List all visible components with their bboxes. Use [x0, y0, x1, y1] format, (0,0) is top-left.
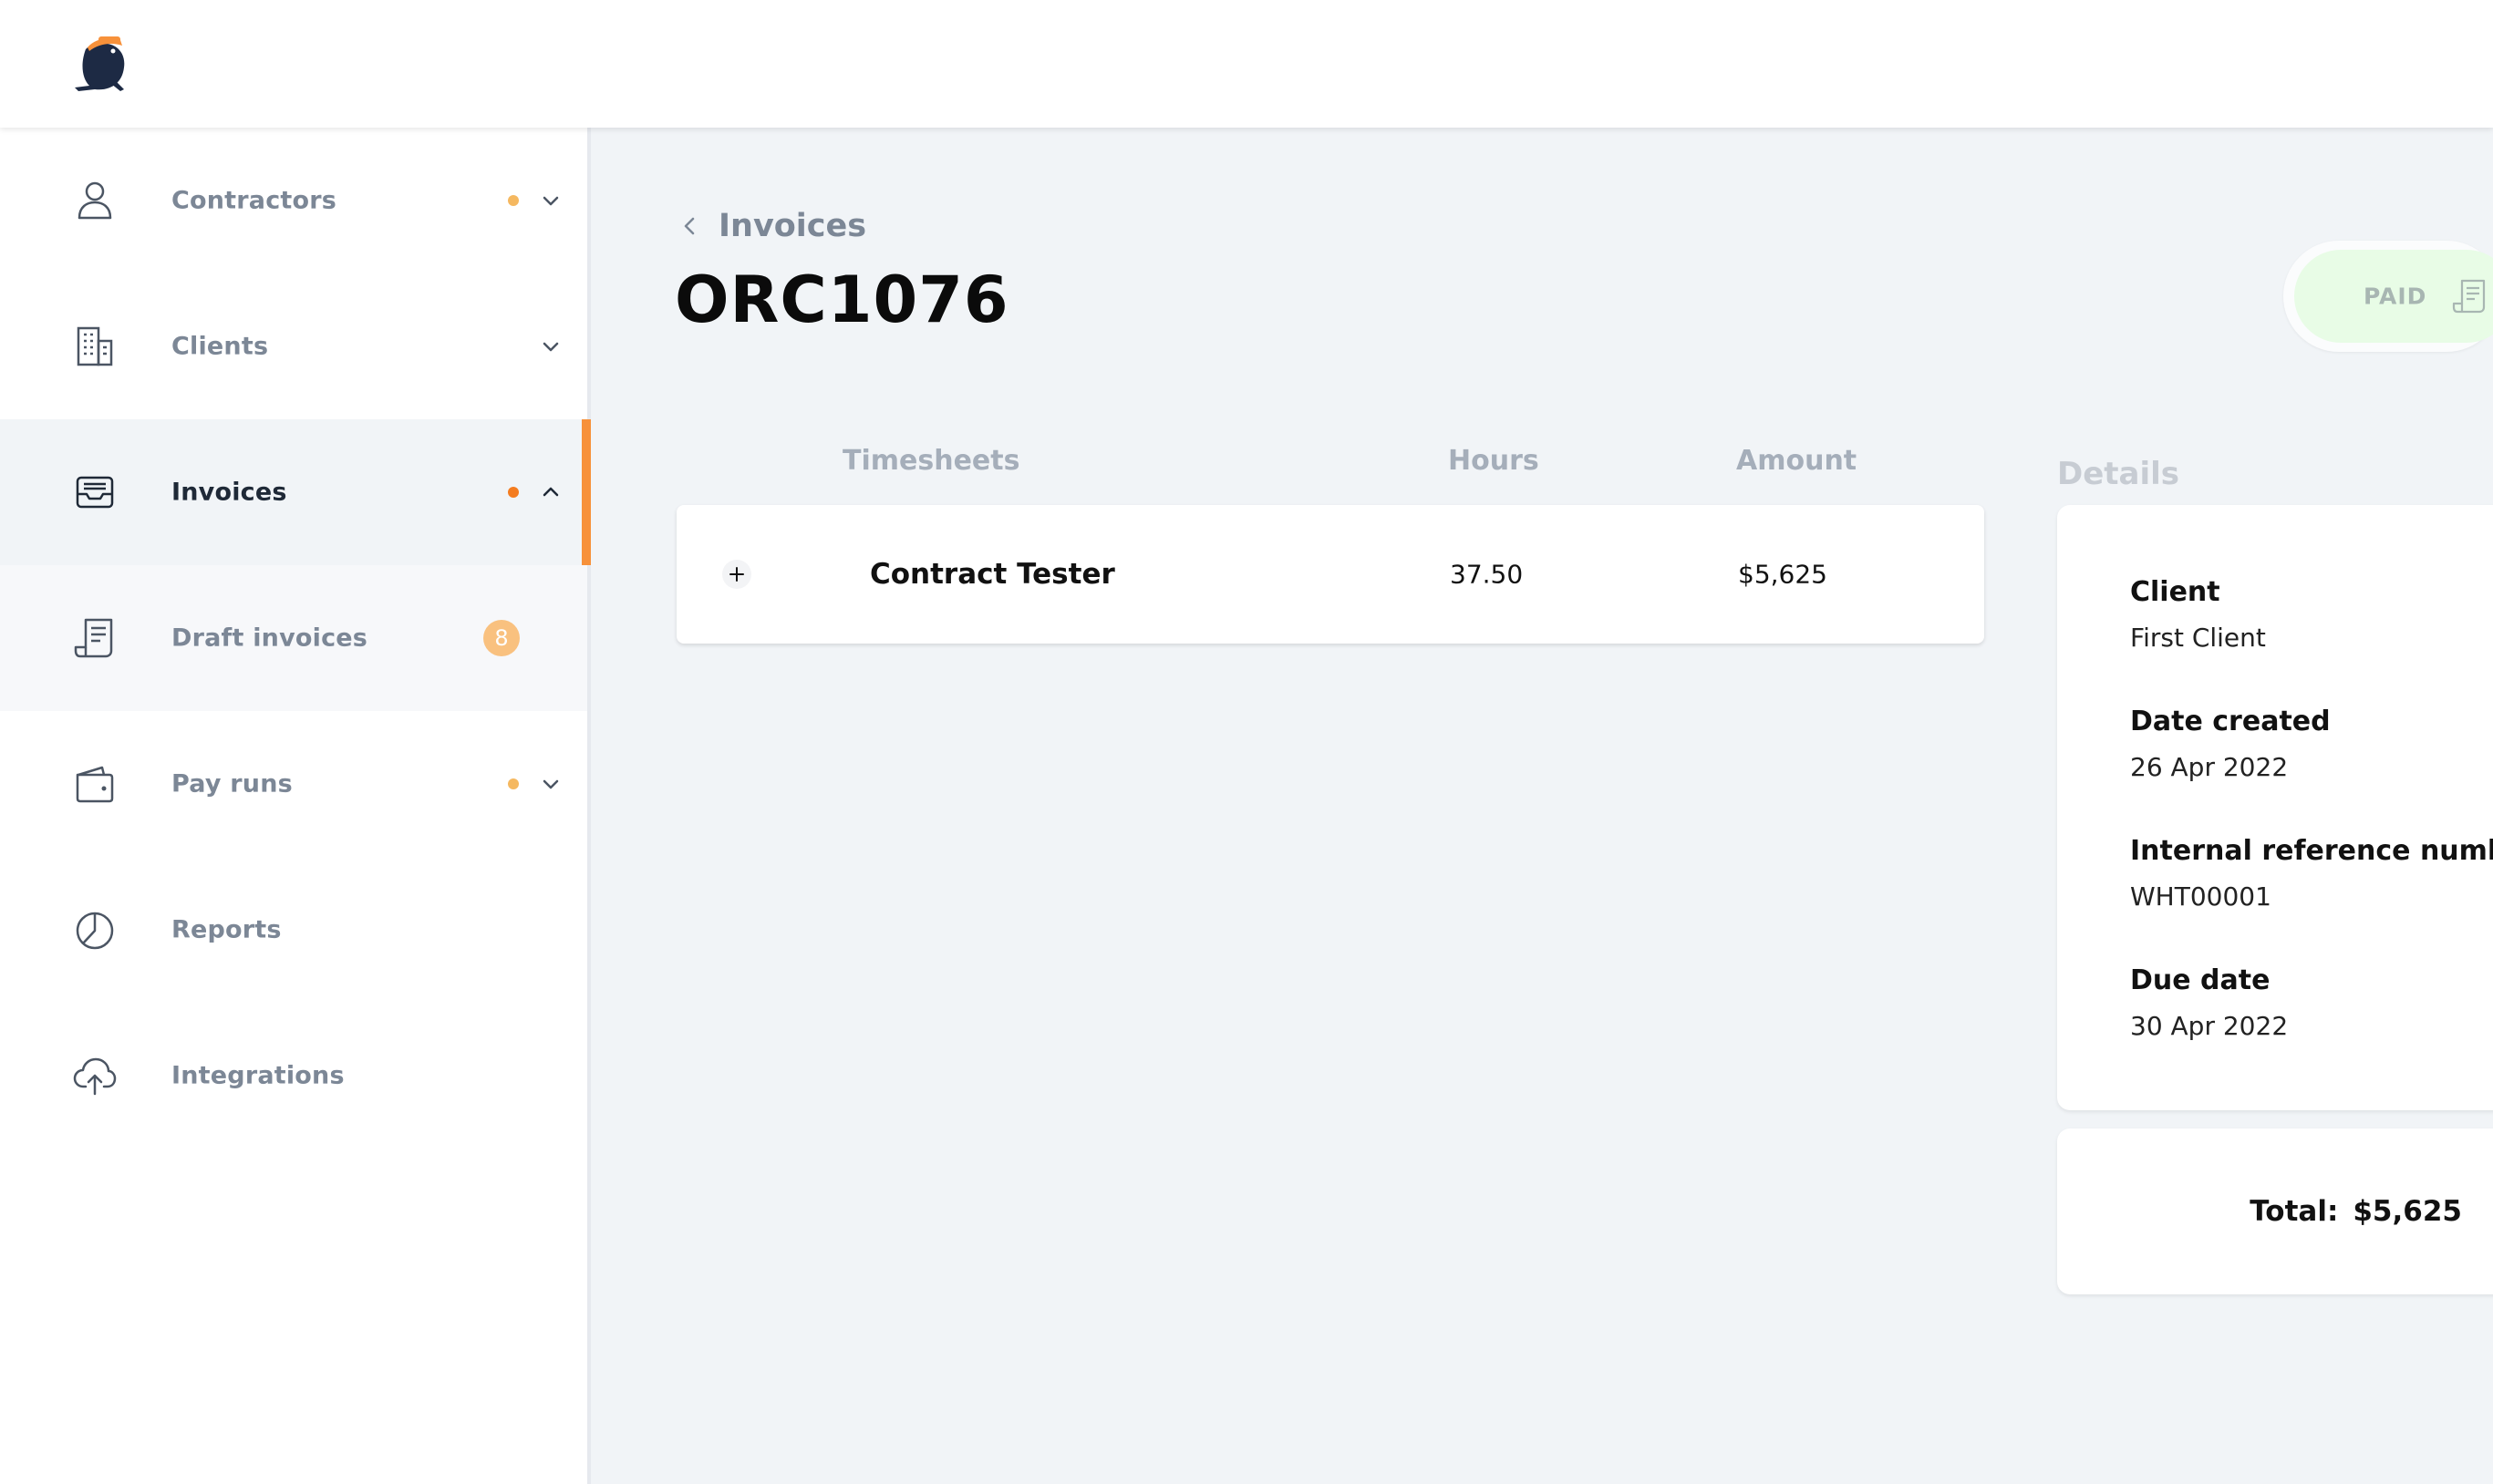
sidebar-item-label: Draft invoices: [171, 623, 368, 653]
chevron-down-icon[interactable]: [540, 190, 562, 211]
sidebar-item-draft-invoices[interactable]: Draft invoices 8: [0, 565, 587, 711]
building-icon: [71, 323, 119, 370]
detail-internal-reference: Internal reference numbe WHT00001: [2130, 835, 2493, 912]
mascot-logo-icon[interactable]: [67, 31, 133, 93]
receipt-icon: [2449, 276, 2489, 316]
back-link[interactable]: Invoices: [677, 208, 866, 244]
sidebar-item-integrations[interactable]: Integrations: [0, 1003, 587, 1149]
timesheet-amount: $5,625: [1738, 559, 1827, 590]
plus-icon: [729, 567, 744, 582]
status-label: PAID: [2364, 283, 2427, 310]
details-heading: Details: [2057, 456, 2180, 492]
cloud-upload-icon: [71, 1052, 119, 1099]
table-row: Contract Tester 37.50 $5,625: [677, 505, 1984, 644]
timesheet-hours: 37.50: [1450, 559, 1524, 590]
detail-label: Internal reference numbe: [2130, 835, 2493, 867]
detail-label: Date created: [2130, 706, 2331, 737]
pie-chart-icon: [71, 906, 119, 953]
timesheet-name: Contract Tester: [870, 558, 1115, 591]
notification-dot: [508, 487, 519, 498]
column-header-timesheets: Timesheets: [843, 445, 1020, 477]
column-header-amount: Amount: [1736, 445, 1857, 477]
detail-label: Client: [2130, 576, 2220, 608]
sidebar-item-label: Contractors: [171, 186, 337, 215]
inbox-tray-icon: [71, 469, 119, 516]
sidebar-item-contractors[interactable]: Contractors: [0, 128, 587, 273]
expand-row-button[interactable]: [722, 560, 751, 589]
chevron-down-icon[interactable]: [540, 335, 562, 357]
top-bar: [0, 0, 2493, 128]
notification-dot: [508, 195, 519, 206]
total-value: $5,625: [2353, 1195, 2462, 1228]
detail-value: WHT00001: [2130, 881, 2271, 912]
sidebar-item-invoices[interactable]: Invoices: [0, 419, 591, 565]
details-card: Client First Client Date created 26 Apr …: [2057, 505, 2493, 1110]
sidebar-item-label: Integrations: [171, 1061, 345, 1090]
receipt-icon: [71, 614, 119, 662]
total-card: Total: $5,625: [2057, 1128, 2493, 1294]
sidebar-item-clients[interactable]: Clients: [0, 273, 587, 419]
count-badge: 8: [483, 620, 520, 656]
person-icon: [71, 177, 119, 224]
sidebar: Contractors Clients Invoices Draft invoi…: [0, 128, 591, 1484]
sidebar-item-pay-runs[interactable]: Pay runs: [0, 711, 587, 857]
detail-value: 26 Apr 2022: [2130, 752, 2289, 782]
sidebar-item-label: Invoices: [171, 478, 287, 507]
total-label: Total:: [2250, 1195, 2339, 1228]
notification-dot: [508, 778, 519, 789]
sidebar-item-label: Clients: [171, 332, 269, 361]
detail-client: Client First Client: [2130, 576, 2266, 653]
page-title: ORC1076: [675, 263, 1009, 337]
back-link-label: Invoices: [719, 208, 867, 244]
detail-label: Due date: [2130, 964, 2271, 996]
sidebar-item-label: Pay runs: [171, 769, 293, 799]
chevron-left-icon: [684, 217, 695, 235]
wallet-icon: [71, 760, 119, 808]
status-toggle[interactable]: PAID: [2283, 241, 2493, 352]
detail-date-created: Date created 26 Apr 2022: [2130, 706, 2331, 782]
chevron-up-icon[interactable]: [540, 481, 562, 503]
sidebar-item-reports[interactable]: Reports: [0, 857, 587, 1003]
status-pill[interactable]: PAID: [2294, 250, 2493, 343]
detail-value: 30 Apr 2022: [2130, 1011, 2289, 1041]
detail-due-date: Due date 30 Apr 2022: [2130, 964, 2288, 1041]
chevron-down-icon[interactable]: [540, 773, 562, 795]
column-header-hours: Hours: [1448, 445, 1539, 477]
sidebar-item-label: Reports: [171, 915, 282, 944]
total-line: Total: $5,625: [2250, 1195, 2462, 1228]
detail-value: First Client: [2130, 623, 2266, 653]
